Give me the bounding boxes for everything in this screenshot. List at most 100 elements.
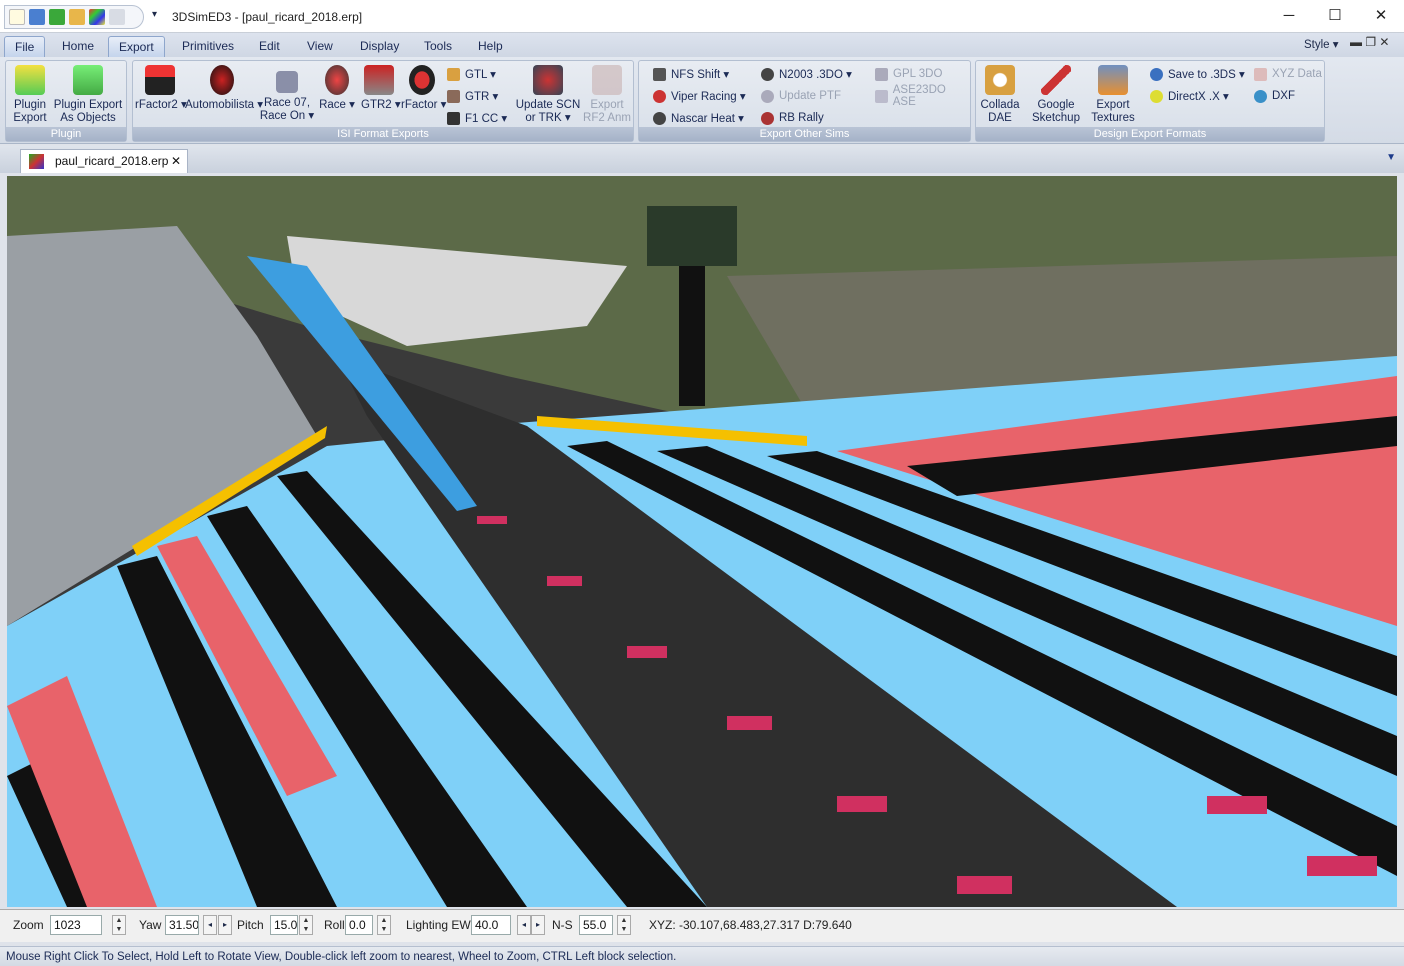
label: RB Rally	[779, 112, 824, 124]
tab-display[interactable]: Display	[350, 36, 409, 57]
window-title: 3DSimED3 - [paul_ricard_2018.erp]	[172, 10, 363, 24]
label: ASE23DO ASE	[892, 84, 946, 108]
tab-tools[interactable]: Tools	[414, 36, 462, 57]
yaw-right-arrow[interactable]: ▸	[218, 915, 232, 935]
race-icon	[325, 65, 349, 95]
tab-export[interactable]: Export	[108, 36, 165, 57]
yaw-left-arrow[interactable]: ◂	[203, 915, 217, 935]
zoom-input[interactable]: 1023	[50, 915, 102, 935]
google-sketchup-button[interactable]: Google Sketchup	[1028, 65, 1084, 125]
directx-button[interactable]: DirectX .X ▾	[1150, 88, 1245, 104]
xyz-data-button[interactable]: XYZ Data	[1254, 66, 1322, 82]
yaw-input[interactable]: 31.50	[165, 915, 199, 935]
maximize-button[interactable]: ☐	[1312, 4, 1358, 28]
style-dropdown[interactable]: Style ▾	[1304, 37, 1339, 51]
new-file-icon[interactable]	[9, 9, 25, 25]
qat-dropdown-icon[interactable]: ▾	[152, 9, 157, 20]
rfactor-button[interactable]: rFactor ▾	[401, 65, 446, 112]
play-icon[interactable]	[49, 9, 65, 25]
label: NFS Shift ▾	[671, 69, 730, 81]
label: Plugin Export	[13, 99, 47, 124]
gtl-icon	[447, 67, 460, 81]
rb-rally-button[interactable]: RB Rally	[761, 110, 852, 126]
open-folder-icon[interactable]	[69, 9, 85, 25]
minimize-button[interactable]: ─	[1266, 4, 1312, 28]
ribbon: Plugin Export Plugin Export As Objects P…	[0, 57, 1404, 144]
tab-edit[interactable]: Edit	[249, 36, 290, 57]
rfactor2-button[interactable]: rFactor2 ▾	[135, 65, 187, 112]
f1cc-button[interactable]: F1 CC ▾	[447, 110, 507, 126]
save-3ds-button[interactable]: Save to .3DS ▾	[1150, 66, 1245, 82]
ase23do-button[interactable]: ASE23DO ASE	[875, 84, 970, 108]
gtr-button[interactable]: GTR ▾	[447, 88, 507, 104]
ns-input[interactable]: 55.0	[579, 915, 613, 935]
import-icon[interactable]	[29, 9, 45, 25]
3d-viewport[interactable]	[7, 176, 1397, 907]
group-export-other-sims: NFS Shift ▾ Viper Racing ▾ Nascar Heat ▾…	[638, 60, 971, 142]
ribbon-window-controls[interactable]: ▬ ❐ ✕	[1350, 35, 1389, 49]
plugin-export-button[interactable]: Plugin Export	[9, 65, 51, 125]
close-tab-icon[interactable]: ✕	[171, 150, 181, 172]
gpl-3do-button[interactable]: GPL 3DO	[875, 66, 970, 82]
col: NFS Shift ▾ Viper Racing ▾ Nascar Heat ▾	[653, 66, 746, 126]
view-controls-bar: Zoom 1023 ▲ ▼ Yaw 31.50 ◂ ▸ Pitch 15.0 ▲ ▼…	[0, 909, 1404, 942]
nascar-heat-button[interactable]: Nascar Heat ▾	[653, 110, 746, 126]
document-tab[interactable]: paul_ricard_2018.erp ✕	[20, 149, 188, 173]
xyz-readout: XYZ: -30.107,68.483,27.317 D:79.640	[649, 918, 852, 932]
label: Collada DAE	[980, 99, 1020, 124]
plugin-export-objects-button[interactable]: Plugin Export As Objects	[52, 65, 124, 125]
tyre-icon	[761, 89, 774, 103]
group-plugin: Plugin Export Plugin Export As Objects P…	[5, 60, 127, 142]
dxf-button[interactable]: DXF	[1254, 88, 1322, 104]
tab-file[interactable]: File	[4, 36, 46, 57]
lighting-left-arrow[interactable]: ◂	[517, 915, 531, 935]
label: GTR2 ▾	[361, 99, 401, 111]
automobilista-button[interactable]: Automobilista ▾	[185, 65, 263, 112]
label: Save to .3DS ▾	[1168, 69, 1245, 81]
export-rf2-anm-button[interactable]: Export RF2 Anm	[583, 65, 631, 125]
tab-primitives[interactable]: Primitives	[172, 36, 244, 57]
label: Export Textures	[1091, 99, 1135, 124]
isi-small-buttons: GTL ▾ GTR ▾ F1 CC ▾	[447, 66, 507, 126]
export-textures-button[interactable]: Export Textures	[1088, 65, 1138, 125]
update-ptf-button[interactable]: Update PTF	[761, 88, 852, 104]
viper-racing-button[interactable]: Viper Racing ▾	[653, 88, 746, 104]
update-scn-button[interactable]: Update SCN or TRK ▾	[513, 65, 583, 125]
palette-icon[interactable]	[89, 9, 105, 25]
rally-icon	[761, 111, 774, 125]
tab-help[interactable]: Help	[468, 36, 513, 57]
pitch-spinner[interactable]: ▲ ▼	[299, 915, 313, 935]
tab-home[interactable]: Home	[52, 36, 104, 57]
status-bar: Mouse Right Click To Select, Hold Left t…	[0, 946, 1404, 966]
pitch-label: Pitch	[237, 918, 264, 932]
tab-list-dropdown-icon[interactable]: ▼	[1386, 152, 1396, 163]
rfactor2-icon	[145, 65, 175, 95]
tab-view[interactable]: View	[297, 36, 343, 57]
plugin-objects-icon	[73, 65, 103, 95]
zoom-spinner[interactable]: ▲ ▼	[112, 915, 126, 935]
lighting-ew-input[interactable]: 40.0	[471, 915, 511, 935]
nfs-shift-button[interactable]: NFS Shift ▾	[653, 66, 746, 82]
lighting-right-arrow[interactable]: ▸	[531, 915, 545, 935]
scoreboard	[647, 206, 737, 266]
dxf-icon	[1254, 89, 1267, 103]
label: Viper Racing ▾	[671, 91, 746, 103]
roll-spinner[interactable]: ▲ ▼	[377, 915, 391, 935]
ns-spinner[interactable]: ▲ ▼	[617, 915, 631, 935]
group-label: Export Other Sims	[639, 127, 970, 141]
gtr-icon	[447, 89, 460, 103]
gtr2-button[interactable]: GTR2 ▾	[361, 65, 401, 112]
document-tab-bar: paul_ricard_2018.erp ✕ ▼	[0, 146, 1404, 173]
label: GPL 3DO	[893, 68, 943, 80]
pitch-input[interactable]: 15.0	[270, 915, 298, 935]
directx-icon	[1150, 89, 1163, 103]
gtl-button[interactable]: GTL ▾	[447, 66, 507, 82]
close-button[interactable]: ✕	[1358, 4, 1404, 28]
n2003-button[interactable]: N2003 .3DO ▾	[761, 66, 852, 82]
race07-button[interactable]: Race 07, Race On ▾	[259, 65, 315, 123]
copy-icon[interactable]	[109, 9, 125, 25]
roll-input[interactable]: 0.0	[345, 915, 373, 935]
collada-button[interactable]: Collada DAE	[978, 65, 1022, 125]
label: Plugin Export As Objects	[53, 99, 123, 124]
race-button[interactable]: Race ▾	[319, 65, 355, 112]
